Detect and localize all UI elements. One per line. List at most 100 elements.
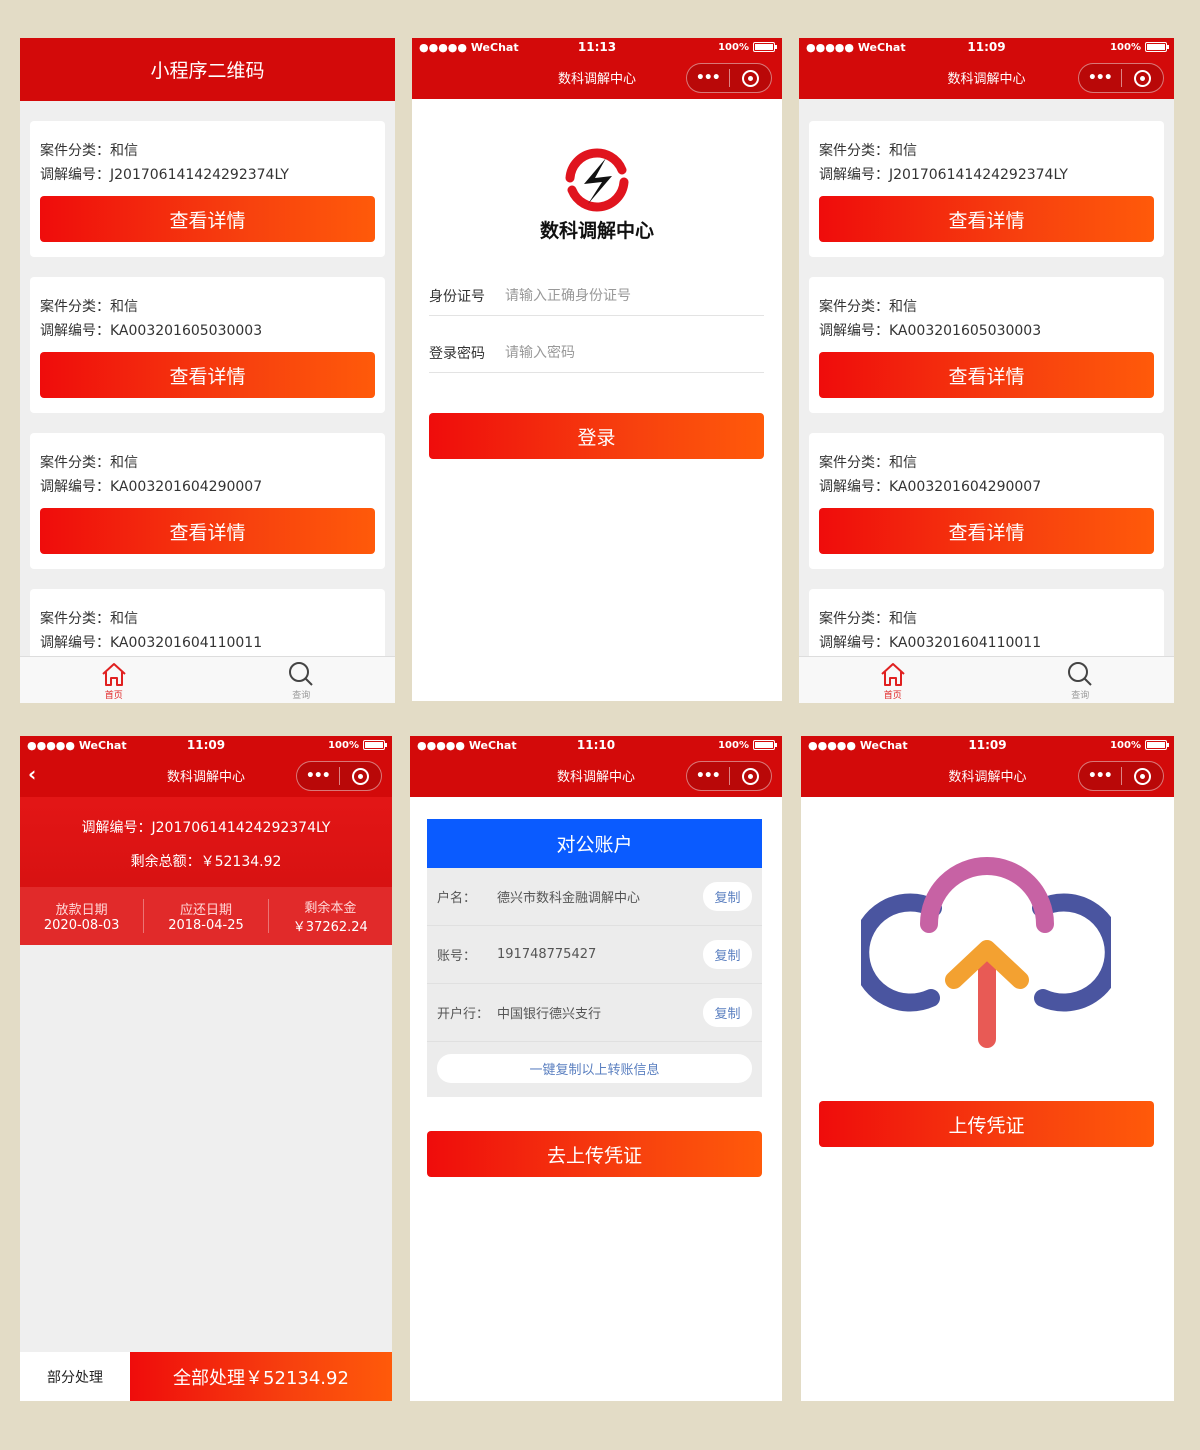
case-code: 调解编号：KA003201605030003 — [819, 323, 1042, 339]
upload-voucher-button[interactable]: 上传凭证 — [819, 1101, 1154, 1147]
password-input[interactable] — [505, 344, 705, 361]
close-mini-program-icon[interactable] — [1122, 69, 1164, 87]
more-icon[interactable]: ••• — [687, 70, 729, 86]
nav-title: 数科调解中心 — [166, 770, 245, 785]
nav-title: 数科调解中心 — [947, 72, 1026, 87]
logo-text: 数科调解中心 — [539, 220, 654, 242]
tab-bar: 首页 查询 — [799, 656, 1174, 703]
copy-all-button[interactable]: 一键复制以上转账信息 — [437, 1054, 752, 1083]
nav-header: ●●●●● WeChat 11:09 100% 数科调解中心 ••• — [799, 38, 1174, 99]
close-mini-program-icon[interactable] — [1122, 767, 1164, 785]
status-bar: ●●●●● WeChat 11:09 100% — [799, 38, 1174, 56]
status-bar: ●●●●● WeChat 11:09 100% — [20, 736, 392, 754]
tab-label: 查询 — [292, 691, 311, 701]
nav-header: ●●●●● WeChat 11:10 100% 数科调解中心 ••• — [410, 736, 782, 797]
status-bar: ●●●●● WeChat 11:09 100% — [801, 736, 1174, 754]
login-button[interactable]: 登录 — [429, 413, 764, 459]
nav-header: ●●●●● WeChat 11:09 100% 数科调解中心 ••• — [801, 736, 1174, 797]
more-icon[interactable]: ••• — [1079, 70, 1121, 86]
back-arrow-icon[interactable]: ‹ — [28, 762, 36, 786]
mini-program-capsule: ••• — [296, 761, 382, 791]
status-bar: ●●●●● WeChat 11:10 100% — [410, 736, 782, 754]
case-category: 案件分类：和信 — [40, 299, 138, 315]
more-icon[interactable]: ••• — [687, 768, 729, 784]
tab-label: 首页 — [883, 691, 902, 701]
copy-button[interactable]: 复制 — [703, 940, 752, 969]
case-code: 调解编号：KA003201605030003 — [40, 323, 263, 339]
home-icon — [881, 663, 905, 686]
mini-program-capsule: ••• — [686, 761, 772, 791]
id-field: 身份证号 — [429, 276, 764, 316]
case-category: 案件分类：和信 — [40, 143, 138, 159]
case-category: 案件分类：和信 — [819, 455, 917, 471]
due-date: 应还日期 2018-04-25 — [144, 899, 269, 933]
view-detail-button[interactable]: 查看详情 — [40, 196, 375, 242]
case-category: 案件分类：和信 — [40, 455, 138, 471]
tab-home[interactable]: 首页 — [799, 657, 987, 703]
mini-program-capsule: ••• — [686, 63, 772, 93]
battery-icon — [1145, 740, 1169, 750]
case-summary: 调解编号：J201706141424292374LY 剩余总额：￥52134.9… — [20, 797, 392, 945]
logo-icon — [565, 148, 629, 212]
tab-label: 首页 — [104, 691, 123, 701]
search-icon — [1068, 662, 1092, 686]
loan-info-row: 放款日期 2020-08-03 应还日期 2018-04-25 剩余本金 ￥37262… — [20, 887, 392, 945]
tab-search[interactable]: 查询 — [208, 657, 396, 703]
action-bar: 部分处理 全部处理￥52134.92 — [20, 1352, 392, 1401]
nav-header: ●●●●● WeChat 11:13 100% 数科调解中心 ••• — [412, 38, 782, 99]
screen-case-list: ●●●●● WeChat 11:09 100% 数科调解中心 ••• 案件分类：… — [799, 38, 1174, 703]
case-code: 调解编号：KA003201604290007 — [819, 479, 1042, 495]
case-category: 案件分类：和信 — [819, 299, 917, 315]
nav-title: 数科调解中心 — [556, 770, 635, 785]
status-bar: ●●●●● WeChat 11:13 100% — [412, 38, 782, 56]
case-card: 案件分类：和信 调解编号：KA003201604290007 查看详情 — [809, 433, 1164, 569]
screen-case-detail: ●●●●● WeChat 11:09 100% ‹ 数科调解中心 ••• 调解编… — [20, 736, 392, 1401]
id-input[interactable] — [505, 287, 705, 304]
screen-qrcode-list: 小程序二维码 案件分类：和信 调解编号：J201706141424292374L… — [20, 38, 395, 703]
close-mini-program-icon[interactable] — [730, 69, 772, 87]
account-row: 账号： 191748775427 复制 — [427, 926, 762, 984]
go-upload-button[interactable]: 去上传凭证 — [427, 1131, 762, 1177]
case-code: 调解编号：J201706141424292374LY — [40, 167, 289, 183]
case-category: 案件分类：和信 — [40, 611, 138, 627]
view-detail-button[interactable]: 查看详情 — [819, 196, 1154, 242]
battery-icon — [753, 740, 777, 750]
screen-upload-voucher: ●●●●● WeChat 11:09 100% 数科调解中心 ••• 上传凭证 — [801, 736, 1174, 1401]
view-detail-button[interactable]: 查看详情 — [819, 508, 1154, 554]
case-category: 案件分类：和信 — [819, 611, 917, 627]
mini-program-capsule: ••• — [1078, 63, 1164, 93]
case-card: 案件分类：和信 调解编号：J201706141424292374LY 查看详情 — [30, 121, 385, 257]
close-mini-program-icon[interactable] — [730, 767, 772, 785]
battery-icon — [753, 42, 777, 52]
view-detail-button[interactable]: 查看详情 — [40, 352, 375, 398]
account-title: 对公账户 — [427, 819, 762, 868]
copy-button[interactable]: 复制 — [703, 998, 752, 1027]
battery-icon — [1145, 42, 1169, 52]
full-process-button[interactable]: 全部处理￥52134.92 — [130, 1352, 392, 1401]
case-card: 案件分类：和信 调解编号：KA003201604290007 查看详情 — [30, 433, 385, 569]
case-code: 调解编号：J201706141424292374LY — [819, 167, 1068, 183]
case-code: 调解编号：J201706141424292374LY — [81, 820, 331, 836]
view-detail-button[interactable]: 查看详情 — [40, 508, 375, 554]
home-icon — [102, 663, 126, 686]
tab-home[interactable]: 首页 — [20, 657, 208, 703]
more-icon[interactable]: ••• — [1079, 768, 1121, 784]
case-card: 案件分类：和信 调解编号：KA003201605030003 查看详情 — [809, 277, 1164, 413]
account-row: 开户行： 中国银行德兴支行 复制 — [427, 984, 762, 1042]
account-panel: 对公账户 户名： 德兴市数科金融调解中心 复制 账号： 191748775427… — [427, 819, 762, 1097]
copy-button[interactable]: 复制 — [703, 882, 752, 911]
case-code: 调解编号：KA003201604290007 — [40, 479, 263, 495]
loan-date: 放款日期 2020-08-03 — [20, 899, 145, 933]
page-title: 小程序二维码 — [20, 38, 395, 101]
case-code: 调解编号：KA003201604110011 — [40, 635, 263, 651]
search-icon — [289, 662, 313, 686]
brand-logo: 数科调解中心 — [412, 148, 782, 243]
more-icon[interactable]: ••• — [297, 768, 339, 784]
case-code: 调解编号：KA003201604110011 — [819, 635, 1042, 651]
view-detail-button[interactable]: 查看详情 — [819, 352, 1154, 398]
partial-process-button[interactable]: 部分处理 — [20, 1352, 130, 1401]
cloud-upload-icon[interactable] — [861, 856, 1111, 1056]
close-mini-program-icon[interactable] — [340, 767, 382, 785]
case-card: 案件分类：和信 调解编号：KA003201605030003 查看详情 — [30, 277, 385, 413]
tab-search[interactable]: 查询 — [987, 657, 1175, 703]
